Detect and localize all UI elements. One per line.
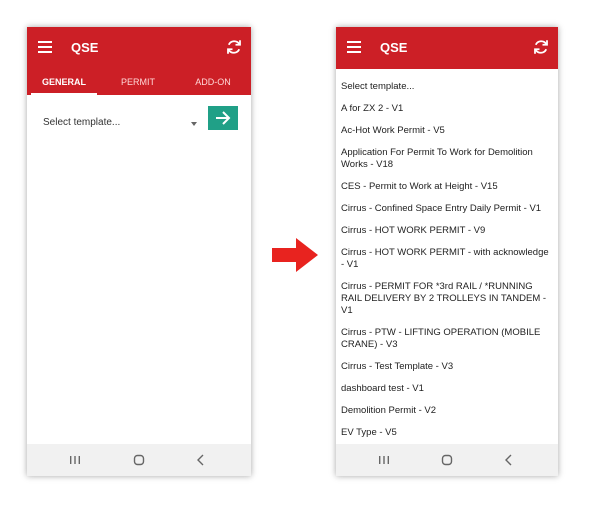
template-select[interactable]: Select template... — [41, 109, 197, 139]
home-icon[interactable] — [131, 452, 147, 468]
template-dropdown-list: Select template... A for ZX 2 - V1 Ac-Ho… — [336, 69, 558, 444]
template-option[interactable]: Application For Permit To Work for Demol… — [336, 144, 558, 178]
tab-bar: GENERAL PERMIT ADD-ON — [27, 69, 251, 95]
template-option[interactable]: Demolition Permit - V2 — [336, 402, 558, 424]
chevron-down-icon — [191, 122, 197, 126]
template-option[interactable]: CES - Permit to Work at Height - V15 — [336, 178, 558, 200]
system-nav-bar — [336, 444, 558, 476]
menu-icon[interactable] — [38, 41, 52, 53]
template-option[interactable]: Cirrus - PTW - LIFTING OPERATION (MOBILE… — [336, 324, 558, 358]
phone-screen-general: QSE GENERAL PERMIT ADD-ON Select templat… — [27, 27, 251, 476]
home-icon[interactable] — [439, 452, 455, 468]
template-option[interactable]: Cirrus - HOT WORK PERMIT - with acknowle… — [336, 244, 558, 278]
phone-screen-template-list: QSE Select template... A for ZX 2 - V1 A… — [336, 27, 558, 476]
menu-icon[interactable] — [347, 41, 361, 53]
template-option[interactable]: EV Type - V5 — [336, 424, 558, 444]
tab-add-on[interactable]: ADD-ON — [179, 69, 247, 95]
transition-arrow-icon — [272, 238, 318, 272]
app-bar: QSE — [27, 27, 251, 69]
refresh-icon[interactable] — [532, 38, 550, 56]
system-nav-bar — [27, 444, 251, 476]
template-select-value: Select template... — [43, 117, 121, 128]
template-option[interactable]: Select template... — [336, 69, 558, 100]
tab-general[interactable]: GENERAL — [31, 69, 97, 95]
template-option[interactable]: Cirrus - PERMIT FOR *3rd RAIL / *RUNNING… — [336, 278, 558, 324]
template-option[interactable]: A for ZX 2 - V1 — [336, 100, 558, 122]
app-bar: QSE — [336, 27, 558, 69]
refresh-icon[interactable] — [225, 38, 243, 56]
recents-icon[interactable] — [67, 452, 83, 468]
template-option[interactable]: dashboard test - V1 — [336, 380, 558, 402]
back-icon[interactable] — [501, 452, 517, 468]
tab-permit[interactable]: PERMIT — [105, 69, 171, 95]
template-option[interactable]: Cirrus - Test Template - V3 — [336, 358, 558, 380]
active-tab-indicator — [31, 93, 97, 95]
go-button[interactable] — [208, 106, 238, 130]
back-icon[interactable] — [193, 452, 209, 468]
template-option[interactable]: Cirrus - HOT WORK PERMIT - V9 — [336, 222, 558, 244]
recents-icon[interactable] — [376, 452, 392, 468]
app-title: QSE — [380, 40, 408, 55]
app-title: QSE — [71, 40, 99, 55]
template-option[interactable]: Ac-Hot Work Permit - V5 — [336, 122, 558, 144]
template-option[interactable]: Cirrus - Confined Space Entry Daily Perm… — [336, 200, 558, 222]
arrow-right-icon — [216, 111, 231, 125]
